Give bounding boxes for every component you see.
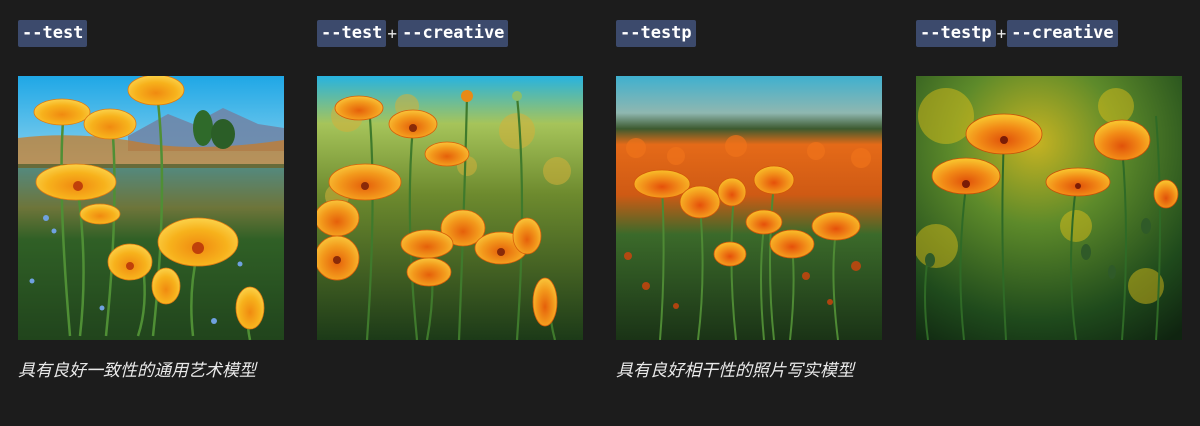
- column-test: --test 具有良好一致性的通用艺术模型: [18, 0, 284, 426]
- poppy-field-creative-image: [317, 76, 583, 340]
- parameter-tags: --test: [18, 20, 88, 47]
- poppy-field-photo-image: [616, 76, 882, 340]
- parameter-tag-test: --test: [317, 20, 387, 47]
- column-testp-creative: --testp + --creative: [916, 0, 1182, 426]
- poppy-closeup-creative-photo-image: [916, 76, 1182, 340]
- plus-separator: +: [387, 24, 398, 43]
- parameter-tag-creative: --creative: [1007, 20, 1118, 47]
- model-description: 具有良好一致性的通用艺术模型: [18, 361, 256, 381]
- parameter-tags: --test + --creative: [317, 20, 509, 47]
- parameter-tags: --testp + --creative: [916, 20, 1118, 47]
- parameter-tag-creative: --creative: [398, 20, 509, 47]
- model-comparison-page: --test 具有良好一致性的通用艺术模型 --test + --creativ…: [0, 0, 1200, 426]
- column-test-creative: --test + --creative: [317, 0, 583, 426]
- poppy-meadow-mountains-image: [18, 76, 284, 340]
- column-testp: --testp 具有良好相干性的照片写实模型: [616, 0, 882, 426]
- parameter-tag-test: --test: [18, 20, 88, 47]
- model-description: 具有良好相干性的照片写实模型: [616, 361, 854, 381]
- parameter-tag-testp: --testp: [616, 20, 696, 47]
- plus-separator: +: [996, 24, 1007, 43]
- parameter-tags: --testp: [616, 20, 696, 47]
- parameter-tag-testp: --testp: [916, 20, 996, 47]
